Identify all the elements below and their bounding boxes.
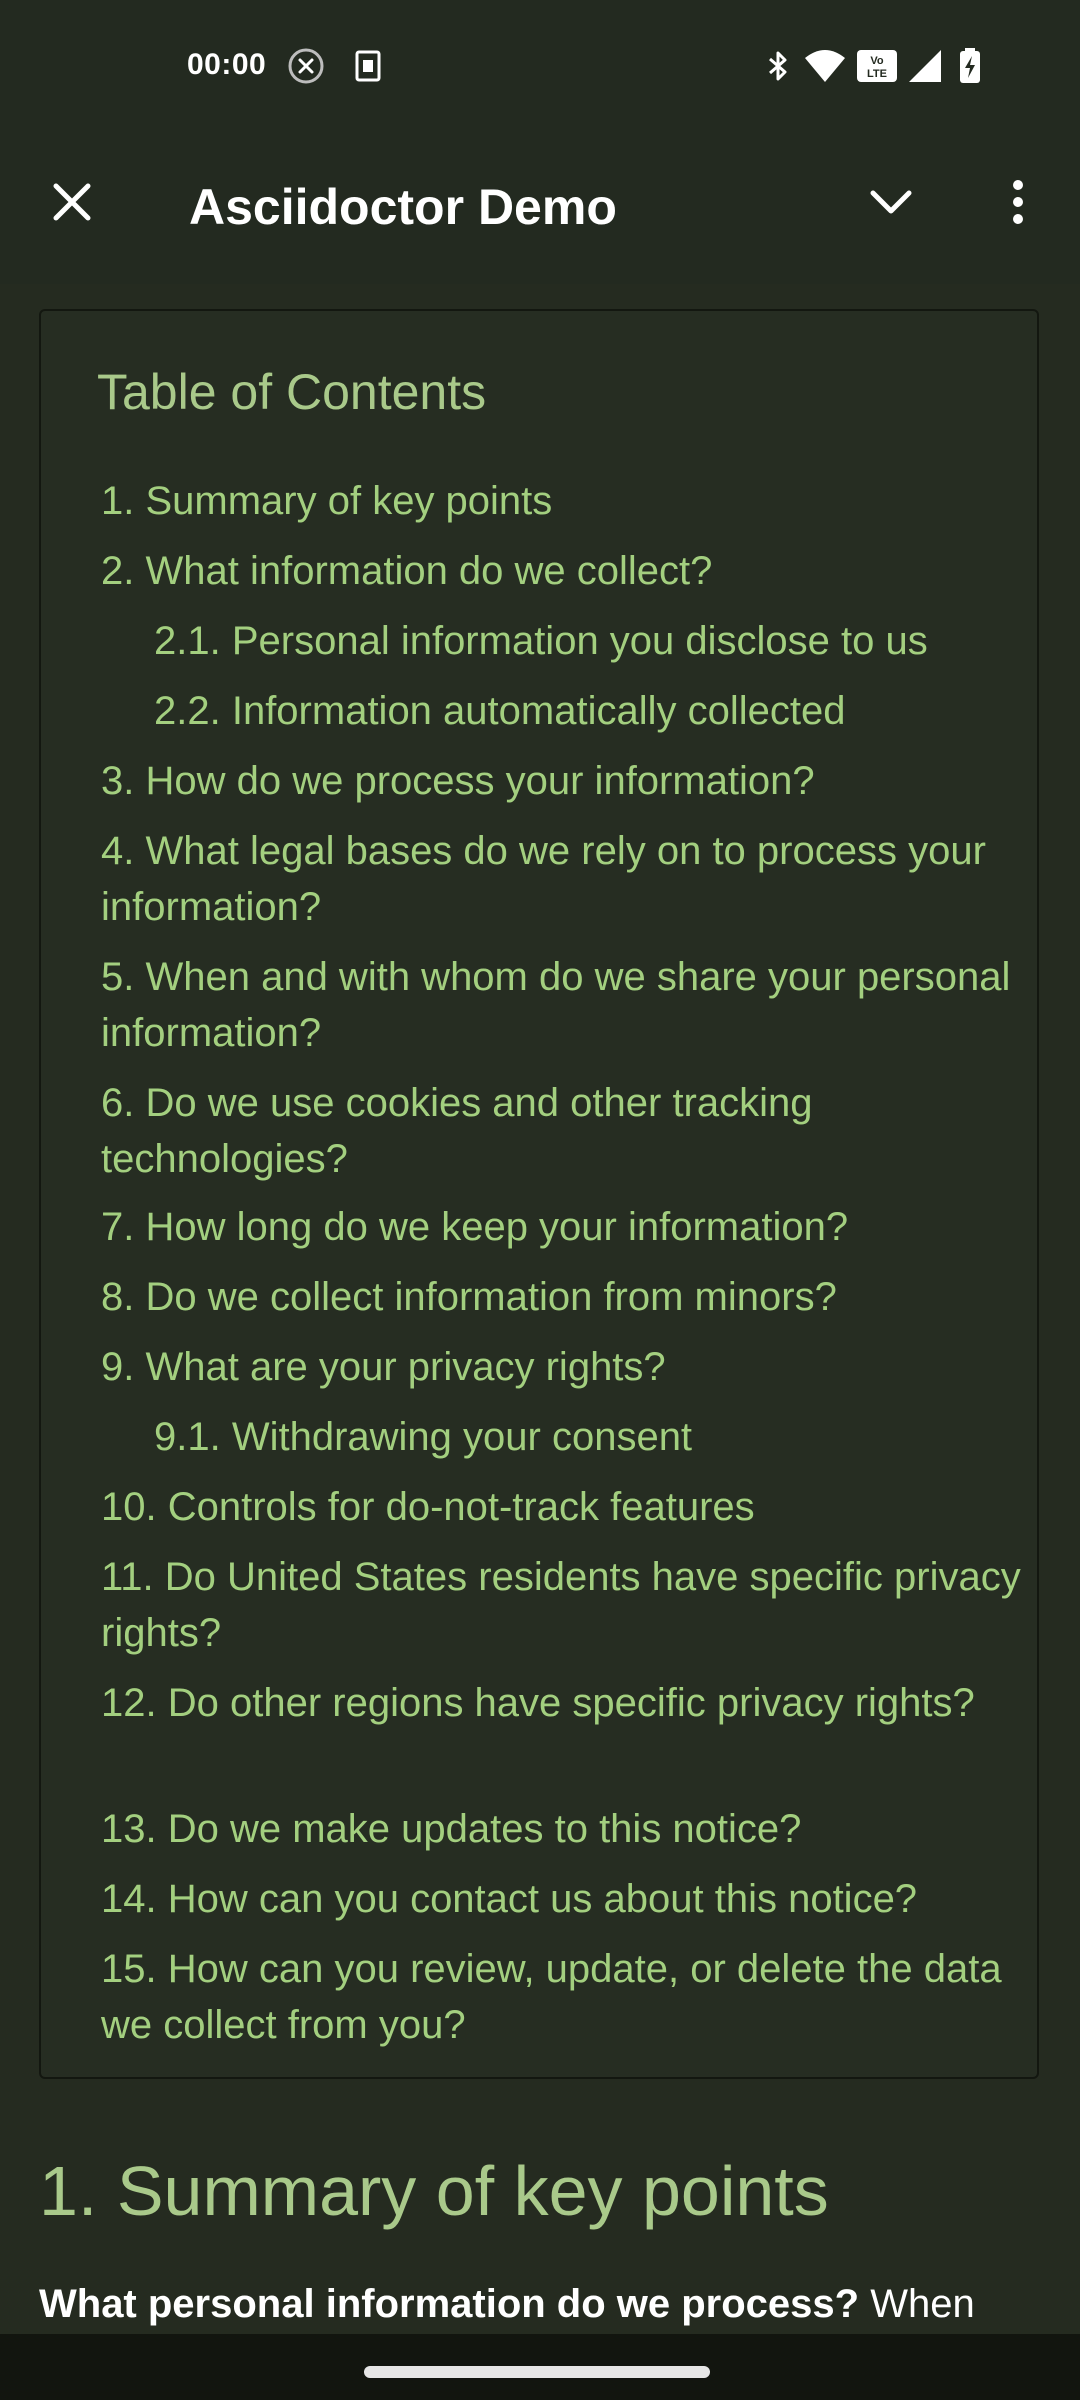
- sim-icon: [348, 46, 388, 86]
- bluetooth-icon: [758, 46, 798, 86]
- toc-item-13[interactable]: 13. Do we make updates to this notice?: [101, 1801, 1021, 1857]
- toc-item-7[interactable]: 7. How long do we keep your information?: [101, 1199, 1021, 1255]
- navigation-bar: [0, 2334, 1080, 2400]
- volte-icon: Vo LTE: [855, 46, 899, 86]
- status-bar: 00:00 Vo LTE: [0, 0, 1080, 136]
- toc-item-2[interactable]: 2. What information do we collect?: [101, 543, 1021, 599]
- signal-icon: [905, 46, 945, 86]
- toc-item-6[interactable]: 6. Do we use cookies and other tracking …: [101, 1075, 1021, 1187]
- close-icon: [52, 182, 92, 227]
- toc-item-2-1[interactable]: 2.1. Personal information you disclose t…: [154, 613, 1034, 669]
- app-bar: Asciidoctor Demo: [0, 136, 1080, 284]
- toc-item-8[interactable]: 8. Do we collect information from minors…: [101, 1269, 1021, 1325]
- section-paragraph: What personal information do we process?…: [39, 2282, 1079, 2327]
- toc-item-9[interactable]: 9. What are your privacy rights?: [101, 1339, 1021, 1395]
- toc-item-10[interactable]: 10. Controls for do-not-track features: [101, 1479, 1021, 1535]
- wifi-icon: [803, 46, 847, 86]
- toc-item-14[interactable]: 14. How can you contact us about this no…: [101, 1871, 1021, 1927]
- home-gesture-handle[interactable]: [364, 2366, 710, 2378]
- more-options-button[interactable]: [982, 168, 1054, 240]
- page-title: Asciidoctor Demo: [189, 179, 617, 235]
- dropdown-button[interactable]: [855, 168, 927, 240]
- toc-item-2-2[interactable]: 2.2. Information automatically collected: [154, 683, 1034, 739]
- toc-item-11[interactable]: 11. Do United States residents have spec…: [101, 1549, 1021, 1661]
- paragraph-text: When: [859, 2282, 975, 2326]
- x-circle-icon: [286, 46, 326, 86]
- chevron-down-icon: [869, 187, 913, 222]
- more-vert-icon: [1010, 178, 1026, 231]
- close-button[interactable]: [36, 168, 108, 240]
- document-content[interactable]: Table of Contents 1. Summary of key poin…: [0, 284, 1080, 2334]
- svg-text:Vo: Vo: [870, 55, 884, 67]
- battery-charging-icon: [955, 46, 985, 86]
- table-of-contents: Table of Contents 1. Summary of key poin…: [39, 309, 1039, 2079]
- screen: 00:00 Vo LTE Asciidoctor Demo Table of C…: [0, 0, 1080, 2400]
- toc-item-5[interactable]: 5. When and with whom do we share your p…: [101, 949, 1021, 1061]
- status-time: 00:00: [187, 48, 267, 81]
- toc-item-3[interactable]: 3. How do we process your information?: [101, 753, 1021, 809]
- toc-item-15[interactable]: 15. How can you review, update, or delet…: [101, 1941, 1021, 2053]
- toc-item-9-1[interactable]: 9.1. Withdrawing your consent: [154, 1409, 1034, 1465]
- section-heading: 1. Summary of key points: [39, 2152, 829, 2230]
- toc-item-4[interactable]: 4. What legal bases do we rely on to pro…: [101, 823, 1021, 935]
- svg-text:LTE: LTE: [867, 68, 887, 80]
- toc-item-12[interactable]: 12. Do other regions have specific priva…: [101, 1675, 1021, 1731]
- toc-item-1[interactable]: 1. Summary of key points: [101, 473, 1021, 529]
- paragraph-bold-lead: What personal information do we process?: [39, 2282, 860, 2326]
- toc-title: Table of Contents: [97, 364, 487, 420]
